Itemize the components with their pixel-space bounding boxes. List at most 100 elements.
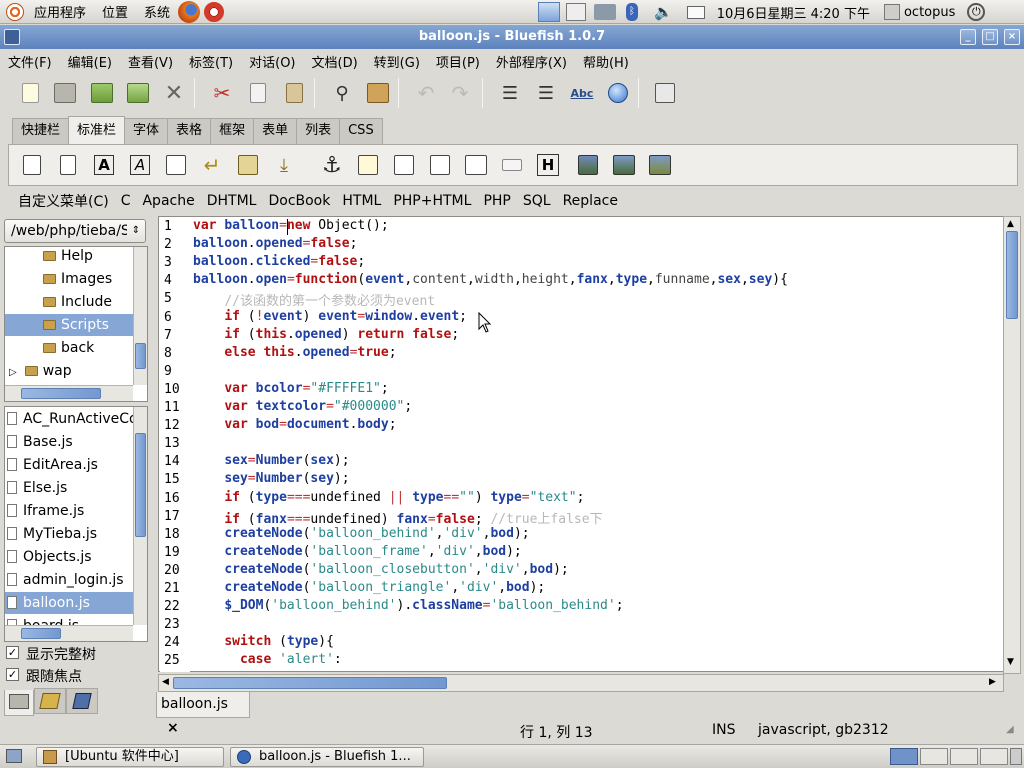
code-line[interactable]: createNode('balloon_closebutton','div',b… xyxy=(193,562,568,577)
trash-icon[interactable] xyxy=(1010,748,1022,765)
unindent-button[interactable]: ☰ xyxy=(495,78,525,108)
maximize-button[interactable]: □ xyxy=(982,29,998,45)
file-item-selected[interactable]: balloon.js xyxy=(5,592,133,614)
tab-lists[interactable]: 列表 xyxy=(296,118,341,144)
custom-menu[interactable]: 自定义菜单(C) xyxy=(12,191,115,211)
copy-button[interactable] xyxy=(243,78,273,108)
minimize-button[interactable]: _ xyxy=(960,29,976,45)
break-clear-button[interactable] xyxy=(234,150,262,180)
places-menu[interactable]: 位置 xyxy=(94,2,136,21)
code-line[interactable]: if (!event) event=window.event; xyxy=(193,309,467,324)
bold-button[interactable]: A xyxy=(90,150,118,180)
file-item[interactable]: MyTieba.js xyxy=(7,523,133,545)
menu-document[interactable]: 文档(D) xyxy=(304,52,366,71)
scroll-thumb[interactable] xyxy=(135,433,146,537)
volume-icon[interactable]: 🔈 xyxy=(654,3,673,21)
window-menu-icon[interactable] xyxy=(4,29,20,45)
tab-frames[interactable]: 框架 xyxy=(210,118,255,144)
align-left-button[interactable] xyxy=(354,150,382,180)
quickstart-button[interactable] xyxy=(18,150,46,180)
sidebar-tab-bookmarks[interactable] xyxy=(34,688,66,714)
spellcheck-button[interactable]: Abc xyxy=(567,78,597,108)
directory-combo[interactable]: /web/php/tieba/Scripts ⇕ xyxy=(4,219,146,243)
custom-menu-php-html[interactable]: PHP+HTML xyxy=(387,193,477,209)
scroll-thumb[interactable] xyxy=(173,677,447,689)
screenshot-tool-icon[interactable] xyxy=(566,3,586,21)
find-button[interactable]: ⚲ xyxy=(327,78,357,108)
preview-browser-button[interactable] xyxy=(603,78,633,108)
tab-quickbar[interactable]: 快捷栏 xyxy=(12,118,70,144)
network-icon[interactable] xyxy=(594,4,616,20)
taskbar-software-center[interactable]: [Ubuntu 软件中心] xyxy=(36,747,224,767)
code-line[interactable]: balloon.clicked=false; xyxy=(193,254,365,269)
code-line[interactable]: createNode('balloon_frame','div',bod); xyxy=(193,544,521,559)
scroll-left-arrow-icon[interactable]: ◀ xyxy=(162,677,169,687)
heading-button[interactable]: H xyxy=(534,150,562,180)
custom-menu-sql[interactable]: SQL xyxy=(517,193,557,209)
menu-file[interactable]: 文件(F) xyxy=(0,52,60,71)
code-line[interactable]: if (type===undefined || type=="") type="… xyxy=(193,490,584,505)
scroll-thumb[interactable] xyxy=(21,628,61,639)
open-file-button[interactable] xyxy=(50,78,80,108)
tab-fonts[interactable]: 字体 xyxy=(124,118,169,144)
custom-menu-c[interactable]: C xyxy=(115,193,137,209)
network-monitor-icon[interactable] xyxy=(538,2,560,22)
file-item[interactable]: Base.js xyxy=(7,431,133,453)
preferences-button[interactable] xyxy=(650,78,680,108)
tree-item-help[interactable]: Help xyxy=(43,247,143,267)
applications-menu[interactable]: 应用程序 xyxy=(26,2,94,21)
close-file-button[interactable]: ✕ xyxy=(159,78,189,108)
shutdown-icon[interactable]: ⏻ xyxy=(967,3,986,21)
paste-button[interactable] xyxy=(279,78,309,108)
code-line[interactable]: if (fanx===undefined) fanx=false; //true… xyxy=(193,508,602,527)
cut-button[interactable]: ✂ xyxy=(207,78,237,108)
system-menu[interactable]: 系统 xyxy=(136,2,178,21)
sidebar-tab-files[interactable] xyxy=(4,690,34,716)
custom-menu-dhtml[interactable]: DHTML xyxy=(201,193,263,209)
scroll-up-arrow-icon[interactable]: ▲ xyxy=(1007,219,1014,229)
tree-item-images[interactable]: Images xyxy=(43,268,143,290)
new-file-button[interactable] xyxy=(15,78,45,108)
workspace-4[interactable] xyxy=(980,748,1008,765)
tree-item-scripts[interactable]: Scripts xyxy=(5,314,133,336)
tree-item-include[interactable]: Include xyxy=(43,291,143,313)
bluetooth-icon[interactable]: ᛒ xyxy=(626,3,638,21)
thumbnail-button[interactable] xyxy=(610,150,638,180)
follow-focus-checkbox[interactable]: ✓ xyxy=(6,668,19,681)
show-desktop-icon[interactable] xyxy=(6,749,22,763)
code-line[interactable]: switch (type){ xyxy=(193,634,334,649)
editor-hscrollbar[interactable]: ◀ ▶ xyxy=(158,674,1004,692)
code-line[interactable]: sey=Number(sey); xyxy=(193,471,349,486)
workspace-3[interactable] xyxy=(950,748,978,765)
undo-button[interactable]: ↶ xyxy=(411,78,441,108)
menu-project[interactable]: 项目(P) xyxy=(428,52,488,71)
user-menu[interactable]: octopus xyxy=(904,5,955,20)
anchor-button[interactable]: ⚓ xyxy=(318,150,346,180)
menu-view[interactable]: 查看(V) xyxy=(120,52,181,71)
window-titlebar[interactable]: balloon.js - Bluefish 1.0.7 _ □ × xyxy=(0,25,1024,49)
help-lifebuoy-icon[interactable] xyxy=(204,1,225,22)
custom-menu-html[interactable]: HTML xyxy=(336,193,387,209)
menu-external[interactable]: 外部程序(X) xyxy=(488,52,575,71)
ubuntu-logo-icon[interactable] xyxy=(6,2,24,21)
code-line[interactable]: balloon.open=function(event,content,widt… xyxy=(193,272,788,287)
code-line[interactable]: balloon.opened=false; xyxy=(193,236,357,251)
indent-button[interactable]: ☰ xyxy=(531,78,561,108)
scroll-right-arrow-icon[interactable]: ▶ xyxy=(989,677,996,687)
replace-button[interactable] xyxy=(363,78,393,108)
code-line[interactable]: createNode('balloon_behind','div',bod); xyxy=(193,526,529,541)
custom-menu-apache[interactable]: Apache xyxy=(136,193,200,209)
code-line[interactable]: $_DOM('balloon_behind').className='ballo… xyxy=(193,598,623,613)
editor-vscrollbar[interactable]: ▲ ▼ xyxy=(1003,216,1021,674)
tree-vscrollbar[interactable] xyxy=(133,247,147,385)
menu-go[interactable]: 转到(G) xyxy=(366,52,428,71)
image-button[interactable] xyxy=(574,150,602,180)
multi-thumbnail-button[interactable] xyxy=(646,150,674,180)
close-button[interactable]: × xyxy=(1004,29,1020,45)
paragraph-button[interactable] xyxy=(162,150,190,180)
scroll-down-arrow-icon[interactable]: ▼ xyxy=(1007,657,1014,667)
menu-tags[interactable]: 标签(T) xyxy=(181,52,241,71)
file-list-vscrollbar[interactable] xyxy=(133,407,147,625)
tree-hscrollbar[interactable] xyxy=(5,385,133,401)
custom-menu-replace[interactable]: Replace xyxy=(557,193,624,209)
